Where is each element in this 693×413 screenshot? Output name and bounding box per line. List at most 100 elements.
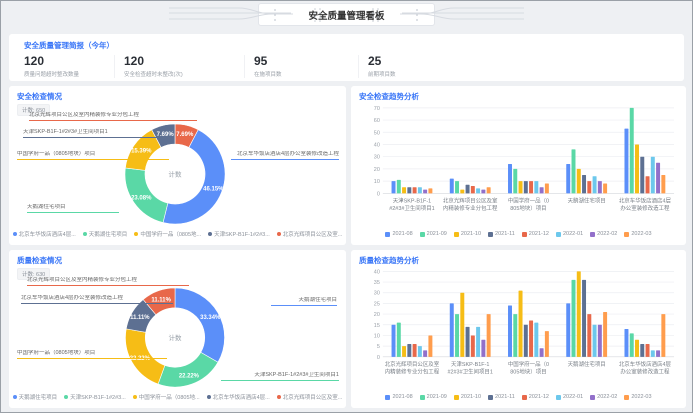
bar[interactable] [640, 157, 644, 194]
bar[interactable] [392, 181, 396, 193]
legend-item[interactable]: 2021-11 [488, 394, 515, 400]
bar[interactable] [402, 187, 406, 193]
bar[interactable] [487, 187, 491, 193]
bar[interactable] [519, 291, 523, 357]
bar[interactable] [582, 175, 586, 193]
bar[interactable] [513, 314, 517, 357]
legend-item[interactable]: 2022-01 [556, 231, 583, 237]
bar[interactable] [661, 175, 665, 193]
bar[interactable] [572, 280, 576, 357]
bar[interactable] [540, 348, 544, 357]
bar[interactable] [466, 185, 470, 194]
bar[interactable] [524, 325, 528, 357]
bar[interactable] [402, 346, 406, 357]
bar[interactable] [656, 350, 660, 356]
legend-item[interactable]: 北京光辉项目公区及室... [277, 393, 343, 401]
bar[interactable] [397, 323, 401, 357]
bar[interactable] [624, 329, 628, 357]
bar[interactable] [407, 187, 411, 193]
bar[interactable] [529, 181, 533, 193]
bar[interactable] [471, 186, 475, 193]
bar[interactable] [651, 350, 655, 356]
bar[interactable] [635, 144, 639, 193]
bar[interactable] [418, 187, 422, 193]
bar[interactable] [397, 180, 401, 193]
bar[interactable] [646, 176, 650, 193]
bar[interactable] [513, 169, 517, 193]
safety-trend-bar-chart[interactable]: 010203040506070天津SKP-B1F-1#2#3#卫生间项目1北京光… [359, 101, 678, 228]
bar[interactable] [577, 271, 581, 356]
bar[interactable] [460, 190, 464, 194]
bar[interactable] [646, 344, 650, 357]
bar[interactable] [481, 190, 485, 194]
bar[interactable] [577, 169, 581, 193]
bar[interactable] [413, 344, 417, 357]
bar[interactable] [534, 181, 538, 193]
legend-item[interactable]: 2021-12 [522, 231, 549, 237]
pie-slice[interactable] [175, 288, 225, 362]
bar[interactable] [460, 293, 464, 357]
bar[interactable] [566, 303, 570, 356]
legend-item[interactable]: 2022-03 [624, 231, 651, 237]
legend-item[interactable]: 中国学府一品（0805地... [134, 230, 201, 238]
bar[interactable] [423, 350, 427, 356]
bar[interactable] [481, 340, 485, 357]
bar[interactable] [524, 181, 528, 193]
bar[interactable] [529, 320, 533, 356]
legend-item[interactable]: 2022-01 [556, 394, 583, 400]
bar[interactable] [455, 314, 459, 357]
bar[interactable] [407, 344, 411, 357]
bar[interactable] [476, 327, 480, 357]
bar-chart-canvas[interactable]: 0510152025303540北京光辉项目公区及室内精装修专业分包工程天津SK… [359, 265, 678, 391]
bar[interactable] [656, 163, 660, 194]
bar[interactable] [413, 187, 417, 193]
bar[interactable] [651, 157, 655, 194]
bar[interactable] [545, 331, 549, 357]
legend-item[interactable]: 2022-03 [624, 394, 651, 400]
legend-item[interactable]: 北京光辉项目公区及室... [277, 230, 343, 238]
bar[interactable] [603, 312, 607, 357]
safety-pie-chart[interactable]: 7.69%46.15%23.08%15.39%7.69%计数 [17, 116, 338, 228]
bar[interactable] [566, 164, 570, 193]
bar[interactable] [598, 325, 602, 357]
bar[interactable] [587, 314, 591, 357]
bar-chart-canvas[interactable]: 010203040506070天津SKP-B1F-1#2#3#卫生间项目1北京光… [359, 101, 678, 228]
bar[interactable] [428, 335, 432, 356]
legend-item[interactable]: 2021-08 [385, 394, 412, 400]
bar[interactable] [640, 344, 644, 357]
legend-item[interactable]: 2021-09 [420, 231, 447, 237]
legend-item[interactable]: 2021-10 [454, 231, 481, 237]
bar[interactable] [450, 179, 454, 194]
legend-item[interactable]: 北京车华饭店酒店4层... [207, 393, 270, 401]
legend-item[interactable]: 2022-02 [590, 231, 617, 237]
bar[interactable] [392, 325, 396, 357]
legend-item[interactable]: 2021-08 [385, 231, 412, 237]
bar[interactable] [466, 327, 470, 357]
bar[interactable] [630, 333, 634, 357]
pie-chart-canvas[interactable]: 7.69%46.15%23.08%15.39%7.69%计数 [17, 116, 338, 228]
bar[interactable] [418, 346, 422, 357]
legend-item[interactable]: 2021-12 [522, 394, 549, 400]
bar[interactable] [603, 184, 607, 194]
bar[interactable] [545, 184, 549, 194]
bar[interactable] [572, 149, 576, 193]
bar[interactable] [476, 188, 480, 193]
legend-item[interactable]: 天鹅湖住宅项目 [13, 393, 58, 401]
legend-item[interactable]: 天津SKP-B1F-1#2#3... [64, 393, 126, 401]
bar[interactable] [455, 181, 459, 193]
legend-item[interactable]: 2021-09 [420, 394, 447, 400]
bar[interactable] [635, 340, 639, 357]
bar[interactable] [423, 190, 427, 194]
bar[interactable] [661, 314, 665, 357]
bar[interactable] [487, 314, 491, 357]
legend-item[interactable]: 北京车华饭店酒店4层... [13, 230, 76, 238]
bar[interactable] [624, 129, 628, 194]
bar[interactable] [450, 303, 454, 356]
quality-trend-bar-chart[interactable]: 0510152025303540北京光辉项目公区及室内精装修专业分包工程天津SK… [359, 265, 678, 391]
legend-item[interactable]: 天津SKP-B1F-1#2#3... [208, 230, 270, 238]
bar[interactable] [428, 188, 432, 193]
legend-item[interactable]: 天鹅湖住宅项目 [83, 230, 128, 238]
bar[interactable] [582, 280, 586, 357]
bar[interactable] [534, 323, 538, 357]
bar[interactable] [598, 181, 602, 193]
